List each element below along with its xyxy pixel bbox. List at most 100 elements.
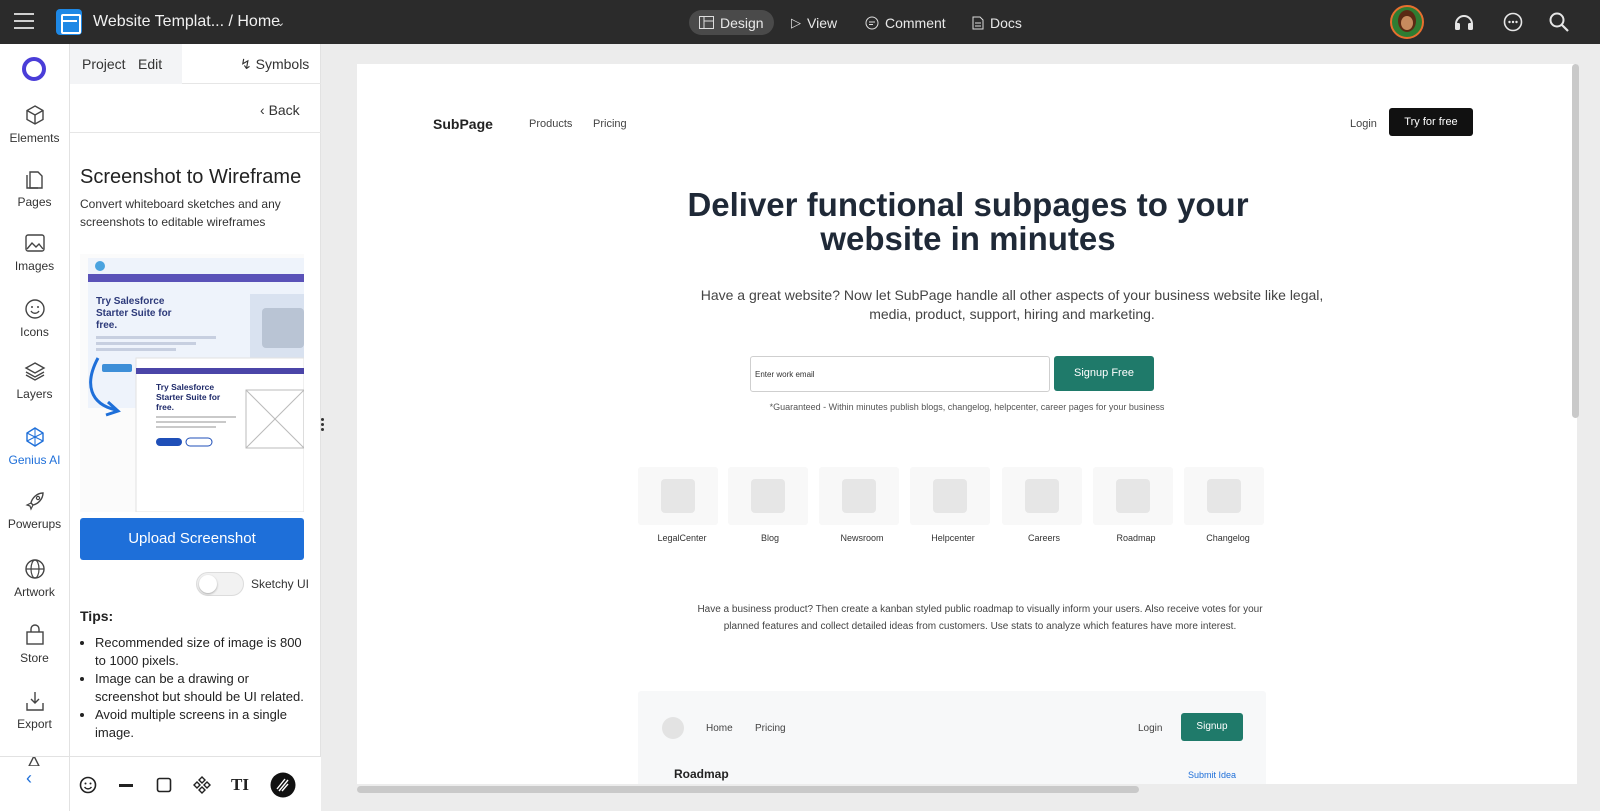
feature-card-helpcenter[interactable] [910, 467, 990, 525]
upload-screenshot-button[interactable]: Upload Screenshot [80, 518, 304, 560]
feature-card-legalcenter[interactable] [638, 467, 718, 525]
tab-symbols-label: Symbols [255, 56, 310, 72]
rail-item-label: Store [20, 651, 49, 665]
rail-item-images[interactable]: Images [0, 232, 69, 273]
mode-view[interactable]: ▷ View [781, 10, 847, 35]
mode-comment[interactable]: Comment [855, 10, 956, 35]
rail-item-layers[interactable]: Layers [0, 360, 69, 401]
svg-text:Starter Suite for: Starter Suite for [96, 308, 172, 319]
rail-item-label: Images [14, 259, 55, 273]
feature-card-careers[interactable] [1002, 467, 1082, 525]
placeholder-icon [842, 479, 876, 513]
site-nav-products[interactable]: Products [529, 118, 572, 130]
chevron-down-icon[interactable]: ⌄ [276, 16, 285, 29]
component-icon[interactable] [192, 775, 212, 795]
left-rail: Elements Pages Images Icons Layers Geniu… [0, 44, 70, 811]
rectangle-tool-icon[interactable] [154, 775, 174, 795]
rail-item-label: Icons [20, 325, 49, 339]
brand-logo-icon[interactable] [22, 57, 46, 81]
export-icon [25, 692, 44, 711]
card-label: Changelog [1206, 533, 1250, 543]
layers-icon [24, 362, 45, 381]
horizontal-scrollbar[interactable] [357, 786, 1139, 793]
rail-item-elements[interactable]: Elements [0, 104, 69, 145]
svg-text:free.: free. [156, 402, 174, 412]
svg-text:Try Salesforce: Try Salesforce [96, 296, 165, 307]
app-logo-icon[interactable] [56, 9, 82, 35]
guarantee-note: *Guaranteed - Within minutes publish blo… [769, 402, 1165, 412]
rail-item-pages[interactable]: Pages [0, 168, 69, 209]
collapse-chevron-icon[interactable]: ‹ [26, 768, 32, 789]
card-label: LegalCenter [657, 533, 707, 543]
artboard-page[interactable]: SubPage Products Pricing Login Try for f… [357, 64, 1577, 784]
back-button[interactable]: ‹ Back [260, 102, 300, 118]
feature-card-blog[interactable] [728, 467, 808, 525]
text-tool-icon[interactable]: TI [230, 775, 250, 795]
chat-icon[interactable] [1502, 11, 1524, 33]
svg-text:free.: free. [96, 320, 117, 331]
feature-card-roadmap[interactable] [1093, 467, 1173, 525]
user-avatar[interactable] [1390, 5, 1424, 39]
mini-nav-pricing[interactable]: Pricing [755, 723, 786, 734]
hamburger-menu-icon[interactable] [14, 13, 34, 29]
rail-item-artwork[interactable]: Artwork [0, 558, 69, 599]
panel-tab-bar: Project Edit ↯ Symbols [70, 44, 321, 84]
tab-symbols[interactable]: ↯ Symbols [240, 56, 309, 73]
emoji-icon[interactable] [78, 775, 98, 795]
pen-tool-icon[interactable] [24, 756, 44, 766]
rail-item-genius-ai[interactable]: Genius AI [0, 426, 69, 467]
panel-resize-handle[interactable] [320, 418, 326, 436]
tips-list: Recommended size of image is 800 to 1000… [80, 634, 310, 742]
tips-heading: Tips: [80, 608, 114, 624]
mini-roadmap-title: Roadmap [674, 767, 729, 781]
feature-card-newsroom[interactable] [819, 467, 899, 525]
bottom-toolbar: TI [70, 756, 321, 811]
vertical-scrollbar[interactable] [1572, 64, 1579, 418]
feature-card-changelog[interactable] [1184, 467, 1264, 525]
mode-comment-label: Comment [885, 14, 946, 31]
tip-item: Image can be a drawing or screenshot but… [95, 670, 310, 706]
mini-login-link[interactable]: Login [1138, 723, 1162, 734]
hero-lead: Have a great website? Now let SubPage ha… [700, 287, 1324, 322]
site-login-link[interactable]: Login [1350, 118, 1377, 130]
rail-item-label: Layers [16, 387, 53, 401]
rail-item-store[interactable]: Store [0, 624, 69, 665]
mini-submit-idea-link[interactable]: Submit Idea [1188, 770, 1236, 780]
hero-headline: Deliver functional subpages to your webs… [687, 186, 1249, 257]
mini-nav-home[interactable]: Home [706, 723, 733, 734]
mode-docs[interactable]: Docs [962, 10, 1032, 35]
placeholder-icon [751, 479, 785, 513]
card-label: Roadmap [1116, 533, 1156, 543]
tab-project[interactable]: Project [82, 56, 126, 72]
rail-item-export[interactable]: Export [0, 690, 69, 731]
rocket-icon [24, 492, 44, 511]
sketch-brush-icon[interactable] [270, 772, 296, 798]
headset-icon[interactable] [1453, 11, 1475, 33]
placeholder-icon [933, 479, 967, 513]
screenshot-to-wireframe-illustration: Try Salesforce Starter Suite for free. T… [80, 254, 304, 512]
mode-design[interactable]: Design [689, 10, 774, 35]
mini-signup-button[interactable]: Signup [1181, 713, 1243, 741]
rail-item-icons[interactable]: Icons [0, 298, 69, 339]
rail-item-powerups[interactable]: Powerups [0, 490, 69, 531]
card-label: Blog [760, 533, 779, 543]
top-bar: Website Templat... / Home ⌄ Design ▷ Vie… [0, 0, 1600, 44]
document-title[interactable]: Website Templat... / Home [93, 13, 280, 31]
svg-text:Starter Suite for: Starter Suite for [156, 392, 221, 402]
panel-subtitle: Convert whiteboard sketches and any scre… [80, 197, 281, 229]
rail-item-label: Genius AI [8, 453, 61, 467]
card-label: Helpcenter [931, 533, 975, 543]
search-icon[interactable] [1548, 11, 1570, 33]
placeholder-icon [1207, 479, 1241, 513]
rail-item-label: Artwork [14, 585, 55, 599]
work-email-input[interactable]: Enter work email [750, 356, 1050, 392]
signup-free-button[interactable]: Signup Free [1054, 356, 1154, 391]
placeholder-icon [1025, 479, 1059, 513]
site-brand[interactable]: SubPage [433, 116, 493, 132]
site-nav-pricing[interactable]: Pricing [593, 118, 627, 130]
tab-edit[interactable]: Edit [138, 56, 162, 72]
placeholder-icon [1116, 479, 1150, 513]
try-for-free-button[interactable]: Try for free [1389, 108, 1473, 136]
line-tool-icon[interactable] [116, 775, 136, 795]
sketchy-ui-toggle[interactable] [196, 572, 244, 596]
